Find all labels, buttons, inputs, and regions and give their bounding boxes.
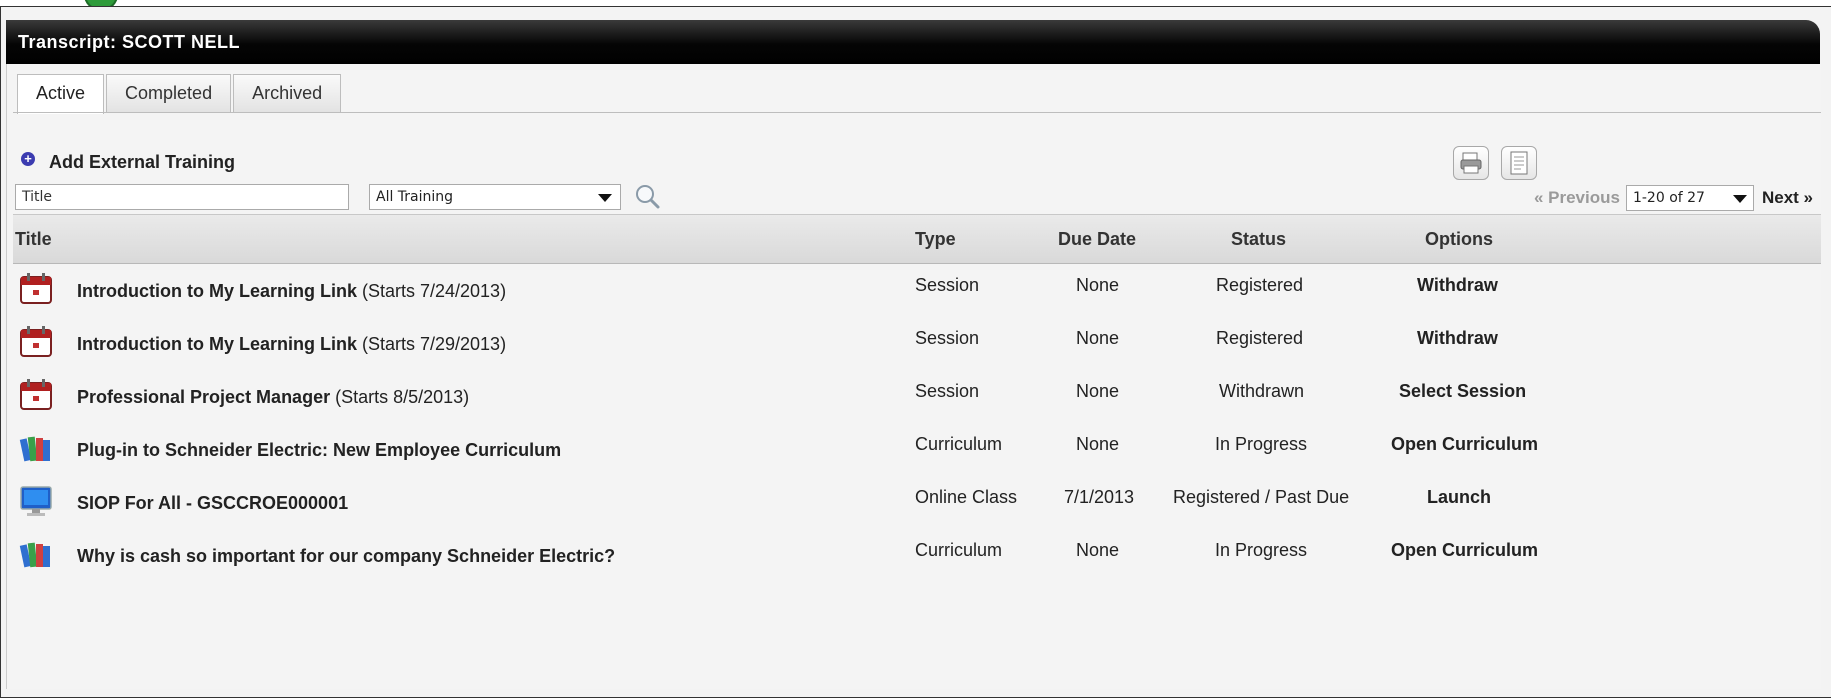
training-title-name: SIOP For All - GSCCROE000001 [77,493,349,513]
status-text: Registered / Past Due [1173,487,1350,507]
monitor-icon [20,486,52,516]
tab-archived[interactable]: Archived [233,74,342,112]
open-curriculum-link[interactable]: Open Curriculum [1391,434,1538,455]
calendar-icon [20,273,52,304]
status-text: Registered [1216,275,1304,295]
books-icon [19,542,50,568]
table-row: Plug-in to Schneider Electric: New Emplo… [13,422,1821,475]
tab-bar: Active Completed Archived [17,74,343,114]
training-title-link[interactable]: Plug-in to Schneider Electric: New Emplo… [77,440,561,461]
table-header: Title Type Due Date Status Options [13,214,1821,264]
training-title-link[interactable]: Introduction to My Learning Link (Starts… [77,281,506,302]
add-external-training-link[interactable]: + Add External Training [21,151,236,173]
training-title-name: Introduction to My Learning Link [77,281,357,301]
title-search-value: Title [22,189,53,205]
training-type: Curriculum [915,434,1003,454]
due-date: None [1076,328,1120,348]
due-date: None [1076,540,1120,560]
title-search-input[interactable]: Title [15,184,349,210]
plus-circle-icon: + [21,151,35,166]
transcript-panel: Active Completed Archived + Add External… [6,64,1821,689]
tab-divider [13,112,1821,113]
tab-active[interactable]: Active [17,74,105,114]
transcript-table-body: Introduction to My Learning Link (Starts… [13,263,1821,581]
training-title-link[interactable]: Professional Project Manager (Starts 8/5… [77,387,469,408]
document-icon [1510,151,1528,175]
pagination: « Previous 1-20 of 27 Next » [1534,184,1813,212]
column-header-due-date[interactable]: Due Date [1058,229,1136,250]
training-title-link[interactable]: SIOP For All - GSCCROE000001 [77,493,348,514]
training-title-detail: (Starts 7/29/2013) [356,334,507,354]
status-text: Withdrawn [1219,381,1305,401]
training-type-select[interactable]: All Training [369,184,621,210]
column-header-status[interactable]: Status [1231,229,1286,250]
chevron-down-icon [1732,195,1747,203]
status-text: In Progress [1215,434,1308,454]
add-external-training-label: Add External Training [49,152,236,172]
table-row: Why is cash so important for our company… [13,528,1821,581]
column-header-type[interactable]: Type [915,229,956,250]
page-range-value: 1-20 of 27 [1632,190,1705,206]
column-header-title[interactable]: Title [15,229,52,250]
column-header-options: Options [1425,229,1493,249]
training-title-detail: (Starts 8/5/2013) [330,387,470,407]
launch-link[interactable]: Launch [1427,487,1491,508]
training-type: Online Class [915,487,1018,507]
training-type: Session [915,381,980,401]
window-title: Transcript: SCOTT NELL [6,20,1820,64]
open-curriculum-link[interactable]: Open Curriculum [1391,540,1538,561]
table-row: SIOP For All - GSCCROE000001 Online Clas… [13,475,1821,528]
chevron-down-icon [598,194,612,202]
training-title-name: Plug-in to Schneider Electric: New Emplo… [77,440,562,460]
print-button[interactable] [1453,146,1489,180]
tab-completed[interactable]: Completed [106,74,232,112]
training-title-link[interactable]: Why is cash so important for our company… [77,546,615,567]
training-type: Session [915,328,980,348]
calendar-icon [20,326,52,357]
books-icon [19,436,50,462]
select-session-link[interactable]: Select Session [1399,381,1526,402]
training-type-value: All Training [376,189,454,205]
previous-page-link[interactable]: « Previous [1534,188,1620,208]
page-range-select[interactable]: 1-20 of 27 [1625,185,1754,211]
training-title-name: Introduction to My Learning Link [77,334,357,354]
training-title-link[interactable]: Introduction to My Learning Link (Starts… [77,334,506,355]
printer-icon [1460,152,1482,174]
due-date: 7/1/2013 [1064,487,1135,507]
due-date: None [1076,381,1120,401]
training-title-name: Why is cash so important for our company… [77,546,616,566]
status-text: In Progress [1215,540,1308,560]
table-row: Introduction to My Learning Link (Starts… [13,263,1821,316]
training-title-detail: (Starts 7/24/2013) [356,281,507,301]
withdraw-link[interactable]: Withdraw [1417,328,1498,349]
training-title-name: Professional Project Manager [77,387,331,407]
due-date: None [1076,434,1120,454]
table-row: Introduction to My Learning Link (Starts… [13,316,1821,369]
magnifier-icon[interactable] [635,184,661,210]
withdraw-link[interactable]: Withdraw [1417,275,1498,296]
next-page-link[interactable]: Next » [1762,188,1813,208]
table-row: Professional Project Manager (Starts 8/5… [13,369,1821,422]
export-button[interactable] [1501,146,1537,180]
training-type: Session [915,275,980,295]
status-text: Registered [1216,328,1304,348]
training-type: Curriculum [915,540,1003,560]
due-date: None [1076,275,1120,295]
calendar-icon [20,379,52,410]
